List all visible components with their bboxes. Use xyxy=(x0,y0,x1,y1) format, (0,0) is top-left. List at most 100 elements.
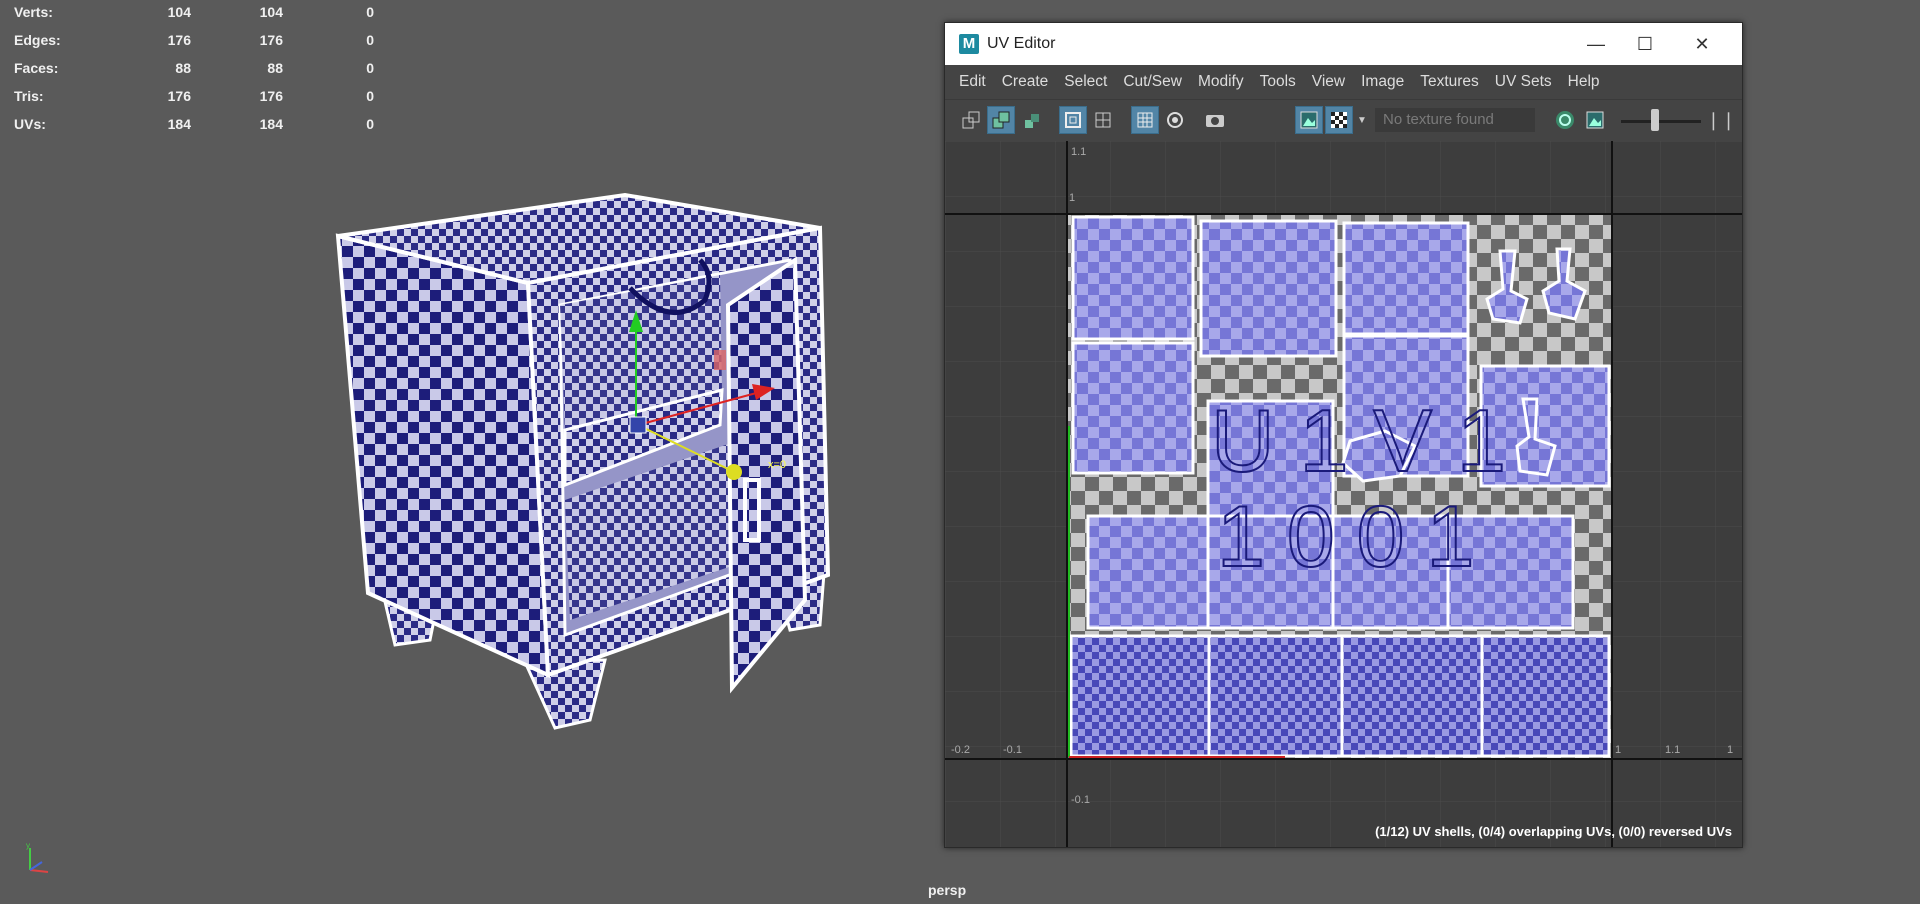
distortion-icon xyxy=(1025,114,1039,128)
hud-value: 88 xyxy=(175,60,191,76)
hud-value: 0 xyxy=(366,32,374,48)
hud-value: 176 xyxy=(259,88,283,104)
nightstand-model[interactable]: x=0 xyxy=(320,180,840,750)
heads-up-display: Verts: 104 104 0 Edges: 176 176 0 Faces:… xyxy=(14,4,374,144)
menu-help[interactable]: Help xyxy=(1560,73,1608,91)
image-display-icon xyxy=(1586,111,1604,129)
move-z-handle xyxy=(726,464,742,480)
uv-status-text: (1/12) UV shells, (0/4) overlapping UVs,… xyxy=(1375,824,1732,839)
hud-value: 176 xyxy=(167,32,191,48)
move-center-handle xyxy=(629,416,647,434)
checker-tiling-button[interactable] xyxy=(1325,106,1353,134)
minimize-icon: — xyxy=(1587,34,1605,54)
grid-icon xyxy=(1137,112,1153,128)
hud-value: 184 xyxy=(259,116,283,132)
texture-field[interactable]: No texture found xyxy=(1375,108,1535,132)
wireframe-toggle-button[interactable] xyxy=(957,106,985,134)
toolbar-expand-button[interactable]: ❘❘ xyxy=(1705,106,1737,134)
menu-image[interactable]: Image xyxy=(1353,73,1412,91)
snapshot-button[interactable] xyxy=(1201,106,1229,134)
axis-label: 1 xyxy=(1615,744,1621,756)
hud-row-uvs: UVs: 184 184 0 xyxy=(14,116,374,144)
axis-label: 1 xyxy=(1069,192,1075,204)
hud-value: 104 xyxy=(259,4,283,20)
camera-icon xyxy=(1206,115,1224,127)
hud-value: 0 xyxy=(366,4,374,20)
svg-text:y: y xyxy=(26,841,30,850)
display-image-button[interactable] xyxy=(1295,106,1323,134)
menu-select[interactable]: Select xyxy=(1056,73,1115,91)
uv-editor-window[interactable]: M UV Editor — ☐ ✕ Edit Create Select Cut… xyxy=(944,22,1743,848)
hud-row-tris: Tris: 176 176 0 xyxy=(14,88,374,116)
axis-label: -0.1 xyxy=(1003,744,1022,756)
hud-value: 0 xyxy=(366,116,374,132)
color-management-button[interactable] xyxy=(1551,106,1579,134)
uv-shell xyxy=(1069,634,1611,758)
close-button[interactable]: ✕ xyxy=(1680,29,1724,59)
axis-label: 1.1 xyxy=(1665,744,1680,756)
exposure-slider-handle[interactable] xyxy=(1651,109,1659,131)
axis-gizmo-icon: y xyxy=(26,841,49,873)
side-panel xyxy=(335,233,551,679)
hud-value: 184 xyxy=(167,116,191,132)
uv-shell xyxy=(1071,341,1195,475)
gizmo-label: x=0 xyxy=(768,459,786,471)
grid-toggle-button[interactable] xyxy=(1131,106,1159,134)
close-icon: ✕ xyxy=(1694,34,1710,54)
hud-label: Tris: xyxy=(14,88,44,104)
chevron-down-icon: ▼ xyxy=(1357,114,1367,126)
pixel-snap-button[interactable] xyxy=(1161,106,1189,134)
snap-icon xyxy=(1167,112,1183,128)
menu-textures[interactable]: Textures xyxy=(1412,73,1487,91)
axis-label: -0.1 xyxy=(1071,794,1090,806)
uv-shell xyxy=(1199,219,1338,358)
minimize-button[interactable]: — xyxy=(1574,29,1618,59)
hud-label: Faces: xyxy=(14,60,59,76)
color-management-icon xyxy=(1556,111,1574,129)
checker-icon xyxy=(1331,112,1347,128)
title-bar[interactable]: M UV Editor — ☐ ✕ xyxy=(945,23,1742,65)
hud-row-verts: Verts: 104 104 0 xyxy=(14,4,374,32)
window-title: UV Editor xyxy=(987,35,1056,52)
shaded-uv-icon xyxy=(992,111,1010,129)
uv-tile-number: 1001 xyxy=(1217,489,1496,585)
menu-bar: Edit Create Select Cut/Sew Modify Tools … xyxy=(945,65,1742,99)
menu-modify[interactable]: Modify xyxy=(1190,73,1252,91)
maya-app-icon: M xyxy=(959,34,979,54)
uv-grid-view: U1V1 1001 1.1 1 -0.2 -0.1 1 1.1 1 -0.1 xyxy=(945,141,1742,847)
texture-borders-icon xyxy=(1095,112,1111,128)
distortion-button[interactable] xyxy=(1017,106,1045,134)
exposure-slider[interactable] xyxy=(1621,120,1701,123)
hud-value: 88 xyxy=(267,60,283,76)
camera-label: persp xyxy=(928,882,967,898)
image-display-button[interactable] xyxy=(1581,106,1609,134)
image-icon xyxy=(1300,111,1318,129)
menu-create[interactable]: Create xyxy=(994,73,1057,91)
uv-shell xyxy=(1342,221,1470,336)
expand-icon: ❘❘ xyxy=(1705,109,1737,130)
uv-toolbar: ▼ No texture found ❘❘ xyxy=(945,99,1742,140)
axis-label: -0.2 xyxy=(951,744,970,756)
hud-value: 0 xyxy=(366,60,374,76)
uv-editor-canvas[interactable]: U1V1 1001 1.1 1 -0.2 -0.1 1 1.1 1 -0.1 (… xyxy=(945,141,1742,847)
axis-label: 1.1 xyxy=(1071,146,1086,158)
menu-cut-sew[interactable]: Cut/Sew xyxy=(1115,73,1190,91)
texture-borders-button[interactable] xyxy=(1089,106,1117,134)
texture-dropdown-button[interactable]: ▼ xyxy=(1355,106,1369,134)
menu-edit[interactable]: Edit xyxy=(951,73,994,91)
hud-value: 104 xyxy=(167,4,191,20)
menu-uv-sets[interactable]: UV Sets xyxy=(1487,73,1560,91)
menu-view[interactable]: View xyxy=(1304,73,1353,91)
axis-label: 1 xyxy=(1727,744,1733,756)
shaded-toggle-button[interactable] xyxy=(987,106,1015,134)
wireframe-icon xyxy=(962,111,980,129)
menu-tools[interactable]: Tools xyxy=(1252,73,1304,91)
hud-value: 0 xyxy=(366,88,374,104)
hud-row-faces: Faces: 88 88 0 xyxy=(14,60,374,88)
hud-label: Verts: xyxy=(14,4,53,20)
hud-label: UVs: xyxy=(14,116,46,132)
maximize-button[interactable]: ☐ xyxy=(1623,29,1667,59)
maximize-icon: ☐ xyxy=(1636,34,1654,54)
uv-shell xyxy=(1071,215,1195,341)
uv-shell-border-button[interactable] xyxy=(1059,106,1087,134)
